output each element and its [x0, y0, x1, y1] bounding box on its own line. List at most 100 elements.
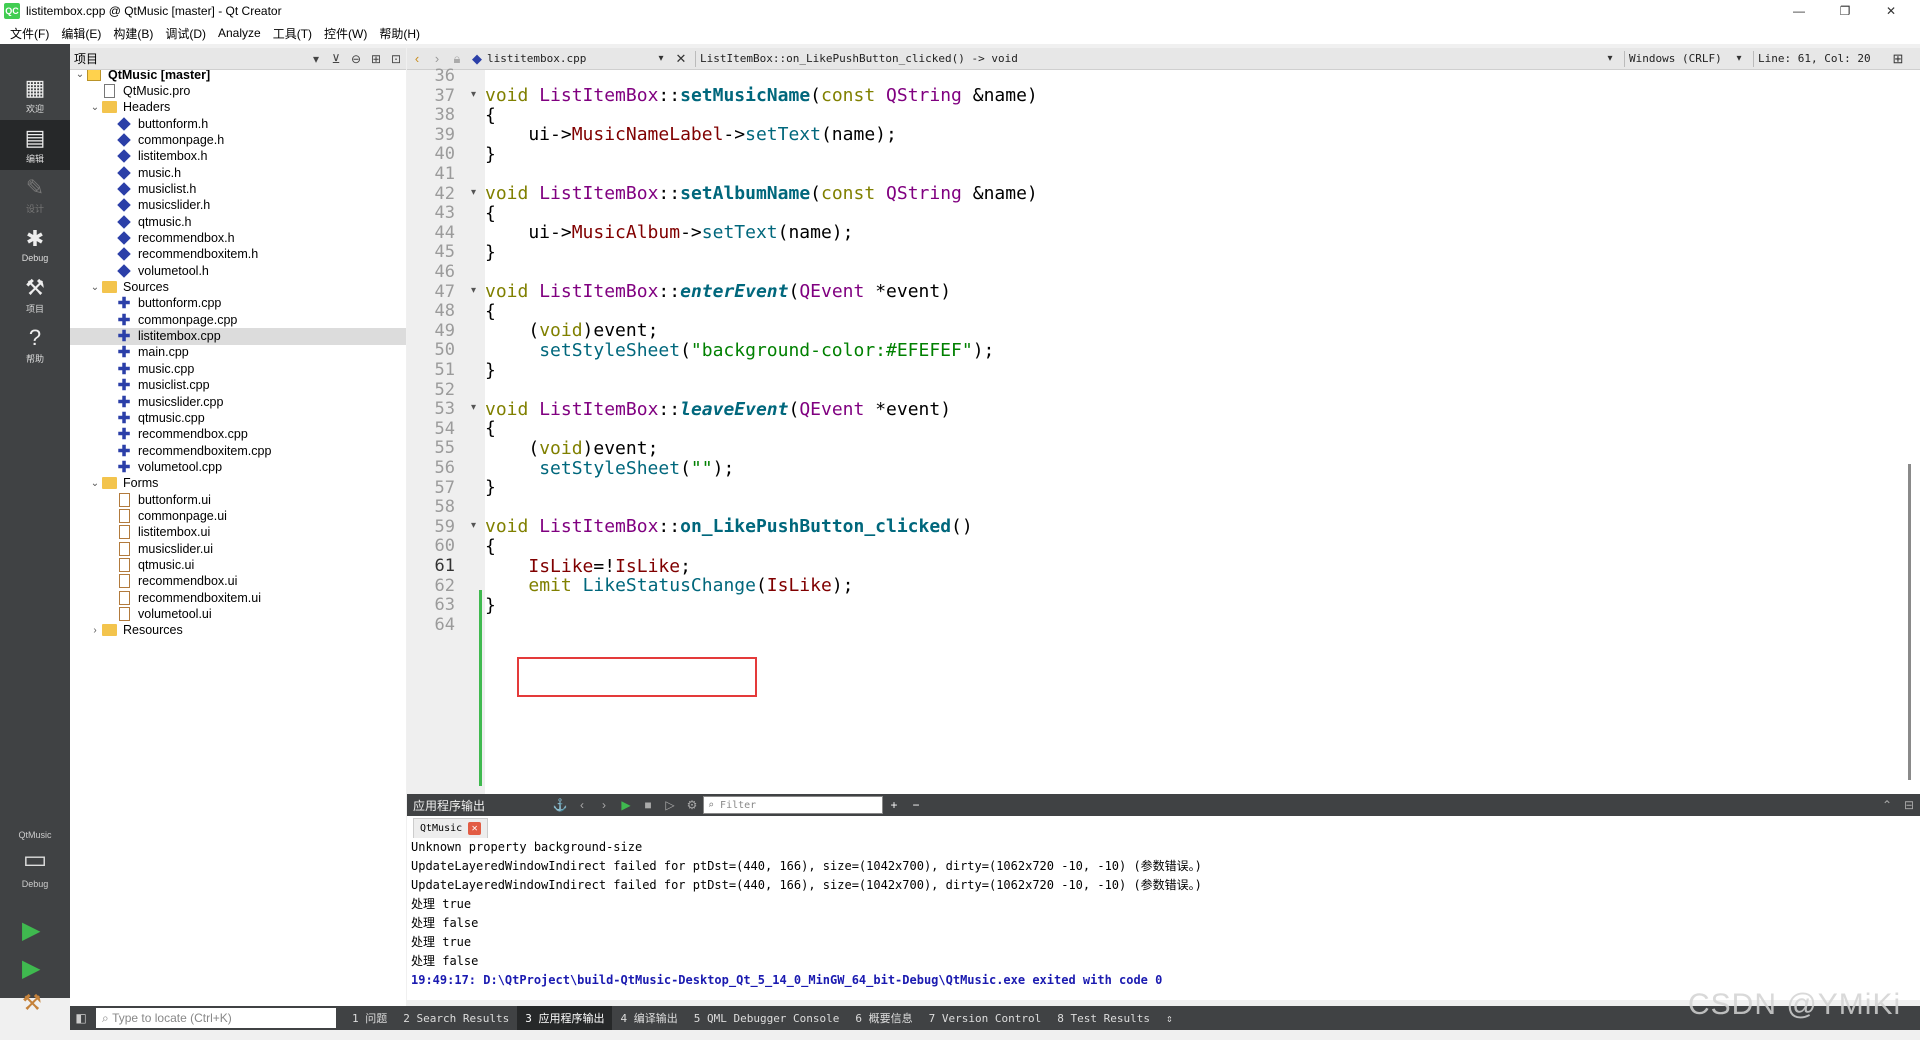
tree-item[interactable]: ✚ buttonform.cpp [70, 295, 406, 312]
minimize-button[interactable]: — [1776, 0, 1822, 22]
output-pane-tab[interactable]: 8 Test Results [1049, 1006, 1158, 1030]
code-line[interactable]: } [485, 240, 496, 264]
mode-welcome[interactable]: ▦ 欢迎 [0, 70, 70, 120]
mode-edit[interactable]: ▤ 编辑 [0, 120, 70, 170]
tree-item[interactable]: qtmusic.h [70, 213, 406, 230]
tree-item[interactable]: listitembox.h [70, 148, 406, 165]
menu-widgets[interactable]: 控件(W) [318, 25, 373, 42]
fold-arrow-icon[interactable]: ▾ [471, 89, 476, 100]
next-icon[interactable]: › [593, 798, 615, 812]
settings-gear-icon[interactable]: ⚙ [681, 798, 703, 812]
zoom-in-icon[interactable]: + [883, 798, 905, 812]
tree-item[interactable]: ✚ listitembox.cpp [70, 327, 406, 345]
code-line[interactable]: } [485, 476, 496, 500]
tree-item[interactable]: ✚ recommendboxitem.cpp [70, 442, 406, 460]
tree-item[interactable]: musicslider.ui [70, 540, 406, 557]
fold-arrow-icon[interactable]: ▾ [471, 402, 476, 413]
menu-build[interactable]: 构建(B) [107, 25, 159, 42]
project-view-select[interactable]: 项目 [74, 50, 306, 67]
expand-arrow-icon[interactable]: ⌄ [89, 102, 101, 113]
code-line[interactable]: setStyleSheet("background-color:#EFEFEF"… [485, 338, 994, 362]
tree-item[interactable]: ✚ recommendbox.cpp [70, 426, 406, 443]
mode-design[interactable]: ✎ 设计 [0, 170, 70, 220]
close-tab-icon[interactable]: ✕ [468, 822, 482, 835]
debug-run-icon[interactable]: ▶ [22, 954, 40, 983]
close-document-icon[interactable]: ✕ [671, 51, 691, 67]
build-hammer-icon[interactable]: ⚒ [22, 990, 42, 1016]
fold-arrow-icon[interactable]: ▾ [471, 187, 476, 198]
tree-item[interactable]: ⌄ QtMusic [master] [70, 70, 406, 83]
filter-icon[interactable]: ⊻ [326, 52, 346, 66]
stop-icon[interactable]: ■ [637, 798, 659, 812]
mode-projects[interactable]: ⚒ 项目 [0, 270, 70, 320]
output-filter-input[interactable]: ⌕ Filter [703, 796, 883, 814]
tree-item[interactable]: buttonform.ui [70, 491, 406, 508]
code-line[interactable]: setStyleSheet(""); [485, 456, 734, 480]
open-document-select[interactable]: listitembox.cpp [487, 52, 651, 65]
toggle-sidebar-icon[interactable]: ◧ [70, 1011, 92, 1025]
more-tabs-icon[interactable]: ⇕ [1158, 1006, 1181, 1030]
code-line[interactable]: emit LikeStatusChange(IsLike); [485, 574, 853, 598]
menu-debug[interactable]: 调试(D) [159, 25, 212, 42]
tree-item[interactable]: › Resources [70, 622, 406, 639]
expand-arrow-icon[interactable]: › [89, 625, 101, 636]
split-icon[interactable]: ⊞ [366, 52, 386, 66]
tree-item[interactable]: QtMusic.pro [70, 82, 406, 99]
tree-item[interactable]: ✚ commonpage.cpp [70, 311, 406, 329]
output-pane-tab[interactable]: 5 QML Debugger Console [686, 1006, 848, 1030]
code-line[interactable]: } [485, 593, 496, 617]
menu-file[interactable]: 文件(F) [4, 25, 55, 42]
tree-item[interactable]: commonpage.ui [70, 507, 406, 524]
tree-item[interactable]: recommendboxitem.ui [70, 589, 406, 606]
expand-arrow-icon[interactable]: ⌄ [89, 478, 101, 489]
cursor-position[interactable]: Line: 61, Col: 20 [1758, 52, 1888, 65]
dropdown-arrow-icon[interactable]: ▾ [1729, 53, 1749, 64]
debug-step-icon[interactable]: ▷ [659, 798, 681, 812]
dropdown-arrow-icon[interactable]: ▾ [306, 52, 326, 66]
output-pane-tab[interactable]: 3 应用程序输出 [517, 1006, 613, 1030]
dropdown-arrow-icon[interactable]: ▾ [1600, 53, 1620, 64]
tree-item[interactable]: recommendbox.ui [70, 573, 406, 590]
code-line[interactable]: void ListItemBox:: on_LikePushButton_clic… [485, 515, 973, 539]
tree-item[interactable]: musicslider.h [70, 197, 406, 214]
tree-item[interactable]: listitembox.ui [70, 524, 406, 541]
tree-item[interactable]: commonpage.h [70, 131, 406, 148]
close-pane-icon[interactable]: ⊡ [386, 52, 406, 66]
code-line[interactable]: } [485, 142, 496, 166]
tree-item[interactable]: ✚ volumetool.cpp [70, 458, 406, 476]
expand-arrow-icon[interactable]: ⌄ [89, 282, 101, 293]
tree-item[interactable]: ✚ musicslider.cpp [70, 393, 406, 411]
output-pane-tab[interactable]: 4 编译输出 [612, 1006, 685, 1030]
code-line[interactable]: ui-> MusicNameLabel -> setText (name); [485, 123, 896, 147]
mode-help[interactable]: ? 帮助 [0, 320, 70, 370]
tree-item[interactable]: ✚ musiclist.cpp [70, 377, 406, 394]
menu-tools[interactable]: 工具(T) [267, 25, 318, 42]
tree-item[interactable]: ✚ main.cpp [70, 344, 406, 361]
tree-item[interactable]: music.h [70, 164, 406, 181]
tree-item[interactable]: buttonform.h [70, 115, 406, 132]
tree-item[interactable]: ⌄ Headers [70, 99, 406, 116]
close-button[interactable]: ✕ [1868, 0, 1914, 22]
menu-help[interactable]: 帮助(H) [373, 25, 426, 42]
line-ending-select[interactable]: Windows (CRLF) [1629, 52, 1729, 65]
close-pane-icon[interactable]: ⊟ [1898, 798, 1920, 812]
split-editor-icon[interactable]: ⊞ [1888, 51, 1908, 67]
prev-icon[interactable]: ‹ [571, 798, 593, 812]
code-line[interactable]: void ListItemBox:: leaveEvent(QEvent *eve… [485, 397, 951, 421]
code-line[interactable]: ui-> MusicAlbum -> setText (name); [485, 221, 853, 245]
output-pane-tab[interactable]: 2 Search Results [395, 1006, 517, 1030]
expand-arrow-icon[interactable]: ⌄ [74, 70, 86, 80]
tree-item[interactable]: ✚ qtmusic.cpp [70, 409, 406, 427]
zoom-out-icon[interactable]: − [905, 798, 927, 812]
tree-item[interactable]: volumetool.h [70, 262, 406, 279]
code-line[interactable]: void ListItemBox:: enterEvent(QEvent *eve… [485, 280, 951, 304]
maximize-pane-icon[interactable]: ⌃ [1876, 798, 1898, 812]
fold-arrow-icon[interactable]: ▾ [471, 285, 476, 296]
tree-item[interactable]: recommendboxitem.h [70, 246, 406, 263]
mode-debug[interactable]: ✱ Debug [0, 220, 70, 270]
tree-item[interactable]: recommendbox.h [70, 230, 406, 247]
application-output[interactable]: Unknown property background-size UpdateLa… [407, 838, 1920, 1000]
menu-edit[interactable]: 编辑(E) [55, 25, 107, 42]
run-icon[interactable]: ▶ [22, 916, 40, 945]
tree-item[interactable]: musiclist.h [70, 180, 406, 197]
